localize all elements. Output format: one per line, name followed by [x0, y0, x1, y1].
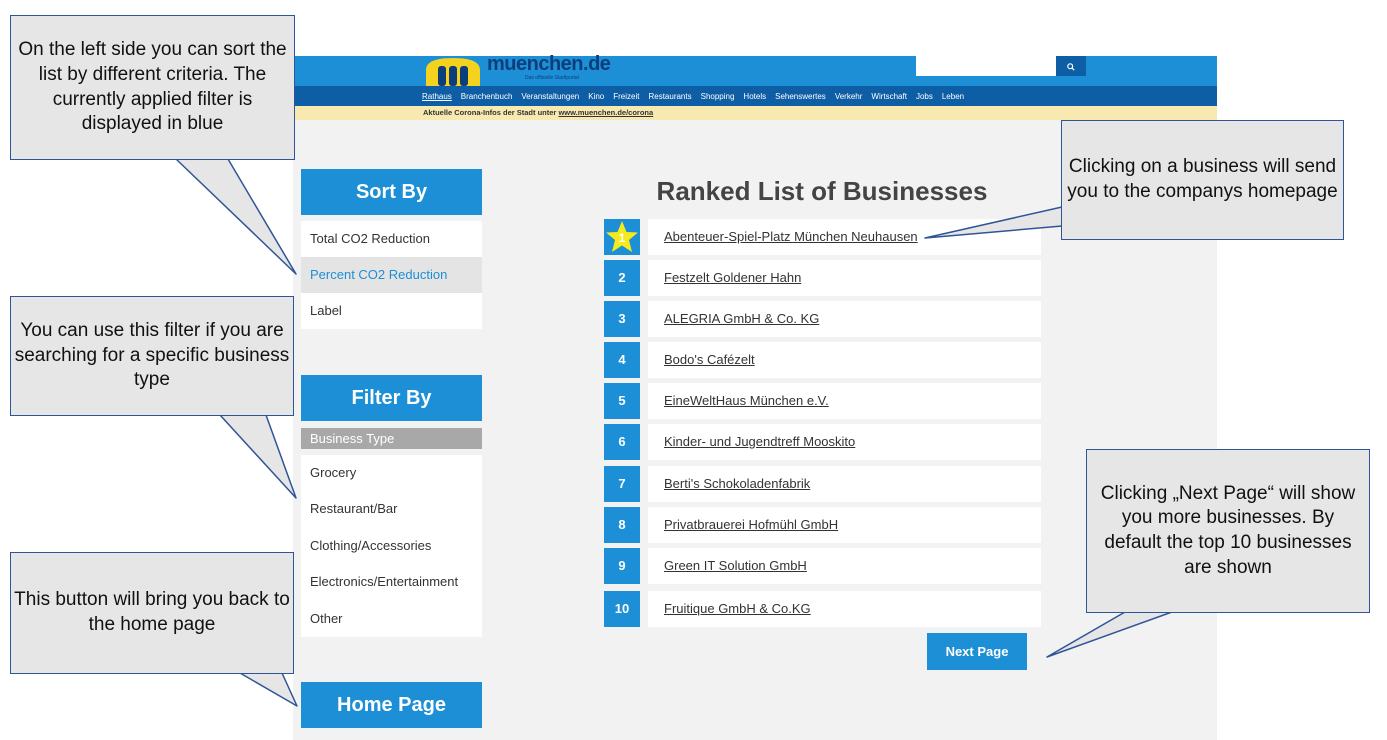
- filter-option-clothing[interactable]: Clothing/Accessories: [301, 528, 482, 564]
- business-row[interactable]: 4 Bodo's Cafézelt: [604, 342, 1041, 378]
- corona-banner-prefix: Aktuelle Corona-Infos der Stadt unter: [423, 108, 559, 117]
- business-row[interactable]: 9 Green IT Solution GmbH: [604, 548, 1041, 584]
- nav-item-kino[interactable]: Kino: [588, 92, 604, 101]
- sort-by-heading: Sort By: [301, 169, 482, 215]
- business-row[interactable]: 7 Berti's Schokoladenfabrik: [604, 466, 1041, 502]
- business-row[interactable]: 6 Kinder- und Jugendtreff Mooskito: [604, 424, 1041, 460]
- rank-number: 9: [604, 548, 640, 584]
- home-page-button[interactable]: Home Page: [301, 682, 482, 728]
- callout-filter: You can use this filter if you are searc…: [10, 296, 294, 416]
- search-input[interactable]: [916, 56, 1056, 76]
- nav-item-veranstaltungen[interactable]: Veranstaltungen: [521, 92, 579, 101]
- business-link[interactable]: Festzelt Goldener Hahn: [648, 260, 1041, 296]
- nav-item-leben[interactable]: Leben: [942, 92, 964, 101]
- sort-option-percent-co2[interactable]: Percent CO2 Reduction: [301, 257, 482, 293]
- nav-item-verkehr[interactable]: Verkehr: [835, 92, 863, 101]
- business-row[interactable]: 8 Privatbrauerei Hofmühl GmbH: [604, 507, 1041, 543]
- sort-option-label[interactable]: Label: [301, 293, 482, 329]
- search-icon: [1067, 62, 1075, 71]
- business-link[interactable]: Bodo's Cafézelt: [648, 342, 1041, 378]
- nav-item-hotels[interactable]: Hotels: [743, 92, 766, 101]
- business-link[interactable]: Green IT Solution GmbH: [648, 548, 1041, 584]
- nav-item-rathaus[interactable]: Rathaus: [422, 92, 452, 101]
- logo-subtitle: Das offizielle Stadtportal: [525, 75, 579, 81]
- business-row[interactable]: 5 EineWeltHaus München e.V.: [604, 383, 1041, 419]
- rank-number: 4: [604, 342, 640, 378]
- rank-number: 7: [604, 466, 640, 502]
- sort-option-total-co2[interactable]: Total CO2 Reduction: [301, 221, 482, 257]
- nav-item-wirtschaft[interactable]: Wirtschaft: [871, 92, 907, 101]
- main-nav: Rathaus Branchenbuch Veranstaltungen Kin…: [422, 86, 964, 106]
- rank-badge: 1: [604, 219, 640, 255]
- nav-item-jobs[interactable]: Jobs: [916, 92, 933, 101]
- business-link[interactable]: Kinder- und Jugendtreff Mooskito: [648, 424, 1041, 460]
- business-type-subheading: Business Type: [301, 428, 482, 449]
- nav-item-freizeit[interactable]: Freizeit: [613, 92, 639, 101]
- search-button[interactable]: [1056, 56, 1086, 76]
- business-row[interactable]: 1 Abenteuer-Spiel-Platz München Neuhause…: [604, 219, 1041, 255]
- rank-number: 1: [618, 231, 626, 245]
- next-page-button[interactable]: Next Page: [927, 633, 1027, 670]
- business-row[interactable]: 3 ALEGRIA GmbH & Co. KG: [604, 301, 1041, 337]
- callout-business: Clicking on a business will send you to …: [1061, 120, 1344, 240]
- filter-by-heading: Filter By: [301, 375, 482, 421]
- filter-option-electronics[interactable]: Electronics/Entertainment: [301, 564, 482, 600]
- rank-number: 2: [604, 260, 640, 296]
- logo-text[interactable]: muenchen.de: [487, 53, 611, 76]
- nav-item-restaurants[interactable]: Restaurants: [648, 92, 691, 101]
- business-link[interactable]: Fruitique GmbH & Co.KG: [648, 591, 1041, 627]
- business-link[interactable]: Privatbrauerei Hofmühl GmbH: [648, 507, 1041, 543]
- page-title: Ranked List of Businesses: [656, 176, 988, 206]
- business-link[interactable]: Abenteuer-Spiel-Platz München Neuhausen: [648, 219, 1041, 255]
- business-link[interactable]: Berti's Schokoladenfabrik: [648, 466, 1041, 502]
- nav-item-shopping[interactable]: Shopping: [701, 92, 735, 101]
- logo-icon[interactable]: [422, 56, 484, 86]
- rank-number: 8: [604, 507, 640, 543]
- callout-sort: On the left side you can sort the list b…: [10, 15, 295, 160]
- sort-options: Total CO2 Reduction Percent CO2 Reductio…: [301, 221, 482, 329]
- rank-number: 6: [604, 424, 640, 460]
- rank-number: 3: [604, 301, 640, 337]
- business-row[interactable]: 2 Festzelt Goldener Hahn: [604, 260, 1041, 296]
- nav-item-branchenbuch[interactable]: Branchenbuch: [461, 92, 513, 101]
- business-link[interactable]: ALEGRIA GmbH & Co. KG: [648, 301, 1041, 337]
- filter-option-restaurant-bar[interactable]: Restaurant/Bar: [301, 491, 482, 527]
- rank-number: 10: [604, 591, 640, 627]
- business-link[interactable]: EineWeltHaus München e.V.: [648, 383, 1041, 419]
- filter-option-other[interactable]: Other: [301, 601, 482, 637]
- corona-banner-text: Aktuelle Corona-Infos der Stadt unter ww…: [423, 108, 653, 117]
- corona-info-link[interactable]: www.muenchen.de/corona: [558, 108, 653, 117]
- callout-home: This button will bring you back to the h…: [10, 552, 294, 674]
- nav-item-sehenswertes[interactable]: Sehenswertes: [775, 92, 826, 101]
- filter-options: Grocery Restaurant/Bar Clothing/Accessor…: [301, 455, 482, 637]
- business-row[interactable]: 10 Fruitique GmbH & Co.KG: [604, 591, 1041, 627]
- rank-number: 5: [604, 383, 640, 419]
- callout-next-page: Clicking „Next Page“ will show you more …: [1086, 449, 1370, 613]
- filter-option-grocery[interactable]: Grocery: [301, 455, 482, 491]
